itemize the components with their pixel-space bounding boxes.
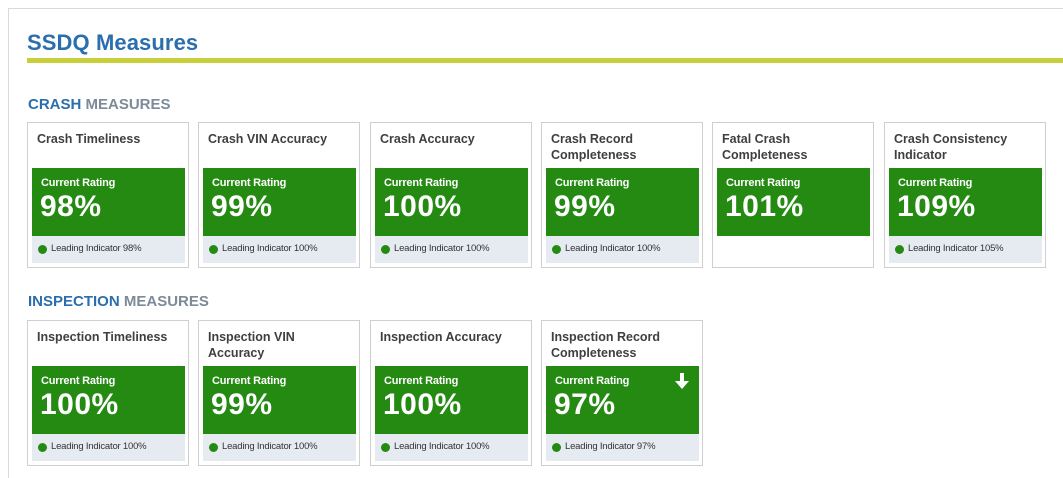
leading-indicator-text: Leading Indicator 105% — [908, 243, 1004, 254]
status-dot-icon — [381, 443, 390, 452]
leading-indicator-bar: Leading Indicator 97% — [546, 434, 699, 461]
measure-card-inspection-record-completeness[interactable]: Inspection Record Completeness Current R… — [541, 320, 703, 466]
rating-value: 101% — [725, 190, 804, 223]
current-rating-box: Current Rating 97% — [546, 366, 699, 441]
measure-card-crash-record-completeness[interactable]: Crash Record Completeness Current Rating… — [541, 122, 703, 268]
measure-card-crash-accuracy[interactable]: Crash Accuracy Current Rating 100% Leadi… — [370, 122, 532, 268]
rating-label: Current Rating — [898, 177, 973, 189]
leading-indicator-text: Leading Indicator 100% — [394, 441, 490, 452]
leading-indicator-bar: Leading Indicator 105% — [889, 236, 1042, 263]
page-title: SSDQ Measures — [27, 30, 199, 55]
current-rating-box: Current Rating 109% — [889, 168, 1042, 243]
arrow-down-icon — [675, 373, 689, 389]
rating-label: Current Rating — [726, 177, 801, 189]
rating-label: Current Rating — [212, 177, 287, 189]
leading-indicator-text: Leading Indicator 100% — [222, 441, 318, 452]
rating-value: 99% — [211, 388, 273, 421]
leading-indicator-bar: Leading Indicator 100% — [546, 236, 699, 263]
status-dot-icon — [209, 443, 218, 452]
leading-indicator-bar: Leading Indicator 100% — [203, 236, 356, 263]
card-title: Inspection Accuracy — [380, 330, 502, 344]
current-rating-box: Current Rating 100% — [375, 366, 528, 441]
rating-value: 109% — [897, 190, 976, 223]
current-rating-box: Current Rating 99% — [546, 168, 699, 243]
leading-indicator-text: Leading Indicator 100% — [222, 243, 318, 254]
current-rating-box: Current Rating 99% — [203, 366, 356, 441]
rating-label: Current Rating — [212, 375, 287, 387]
rating-label: Current Rating — [384, 177, 459, 189]
leading-indicator-text: Leading Indicator 100% — [565, 243, 661, 254]
current-rating-box: Current Rating 99% — [203, 168, 356, 243]
status-dot-icon — [209, 245, 218, 254]
current-rating-box: Current Rating 100% — [375, 168, 528, 243]
rating-value: 99% — [554, 190, 616, 223]
card-title: Crash Timeliness — [37, 132, 141, 146]
rating-value: 99% — [211, 190, 273, 223]
measure-card-crash-timeliness[interactable]: Crash Timeliness Current Rating 98% Lead… — [27, 122, 189, 268]
current-rating-box: Current Rating 98% — [32, 168, 185, 243]
measure-card-crash-consistency-indicator[interactable]: Crash Consistency Indicator Current Rati… — [884, 122, 1046, 268]
card-title: Inspection Timeliness — [37, 330, 168, 344]
measure-card-crash-vin-accuracy[interactable]: Crash VIN Accuracy Current Rating 99% Le… — [198, 122, 360, 268]
title-rule — [27, 58, 1063, 63]
card-title: Fatal Crash Completeness — [722, 132, 808, 162]
rating-value: 100% — [40, 388, 119, 421]
crash-heading-rest: MEASURES — [81, 96, 171, 113]
rating-value: 98% — [40, 190, 102, 223]
status-dot-icon — [552, 245, 561, 254]
inspection-measures-heading: INSPECTION MEASURES — [28, 293, 209, 310]
inspection-heading-rest: MEASURES — [119, 293, 209, 310]
current-rating-box: Current Rating 100% — [32, 366, 185, 441]
leading-indicator-text: Leading Indicator 100% — [394, 243, 490, 254]
leading-indicator-bar: Leading Indicator 100% — [32, 434, 185, 461]
rating-label: Current Rating — [384, 375, 459, 387]
card-title: Crash VIN Accuracy — [208, 132, 328, 146]
card-title: Crash Consistency Indicator — [894, 132, 1008, 162]
crash-measures-heading: CRASH MEASURES — [28, 96, 171, 113]
rating-value: 97% — [554, 388, 616, 421]
measure-card-inspection-accuracy[interactable]: Inspection Accuracy Current Rating 100% … — [370, 320, 532, 466]
leading-indicator-bar: Leading Indicator 100% — [375, 434, 528, 461]
inspection-heading-accent: INSPECTION — [28, 293, 120, 310]
status-dot-icon — [381, 245, 390, 254]
crash-heading-accent: CRASH — [28, 96, 82, 113]
measure-card-inspection-timeliness[interactable]: Inspection Timeliness Current Rating 100… — [27, 320, 189, 466]
current-rating-box: Current Rating 101% — [717, 168, 870, 236]
leading-indicator-text: Leading Indicator 100% — [51, 441, 147, 452]
leading-indicator-bar: Leading Indicator 100% — [375, 236, 528, 263]
leading-indicator-text: Leading Indicator 98% — [51, 243, 142, 254]
status-dot-icon — [552, 443, 561, 452]
card-title: Inspection VIN Accuracy — [208, 330, 295, 360]
rating-value: 100% — [383, 190, 462, 223]
card-title: Crash Accuracy — [380, 132, 475, 146]
status-dot-icon — [38, 245, 47, 254]
card-title: Crash Record Completeness — [551, 132, 637, 162]
leading-indicator-text: Leading Indicator 97% — [565, 441, 656, 452]
rating-label: Current Rating — [555, 375, 630, 387]
rating-label: Current Rating — [555, 177, 630, 189]
rating-value: 100% — [383, 388, 462, 421]
rating-label: Current Rating — [41, 375, 116, 387]
leading-indicator-bar: Leading Indicator 100% — [203, 434, 356, 461]
status-dot-icon — [895, 245, 904, 254]
measure-card-fatal-crash-completeness[interactable]: Fatal Crash Completeness Current Rating … — [712, 122, 874, 268]
card-title: Inspection Record Completeness — [551, 330, 661, 360]
leading-indicator-bar: Leading Indicator 98% — [32, 236, 185, 263]
rating-label: Current Rating — [41, 177, 116, 189]
status-dot-icon — [38, 443, 47, 452]
measure-card-inspection-vin-accuracy[interactable]: Inspection VIN Accuracy Current Rating 9… — [198, 320, 360, 466]
